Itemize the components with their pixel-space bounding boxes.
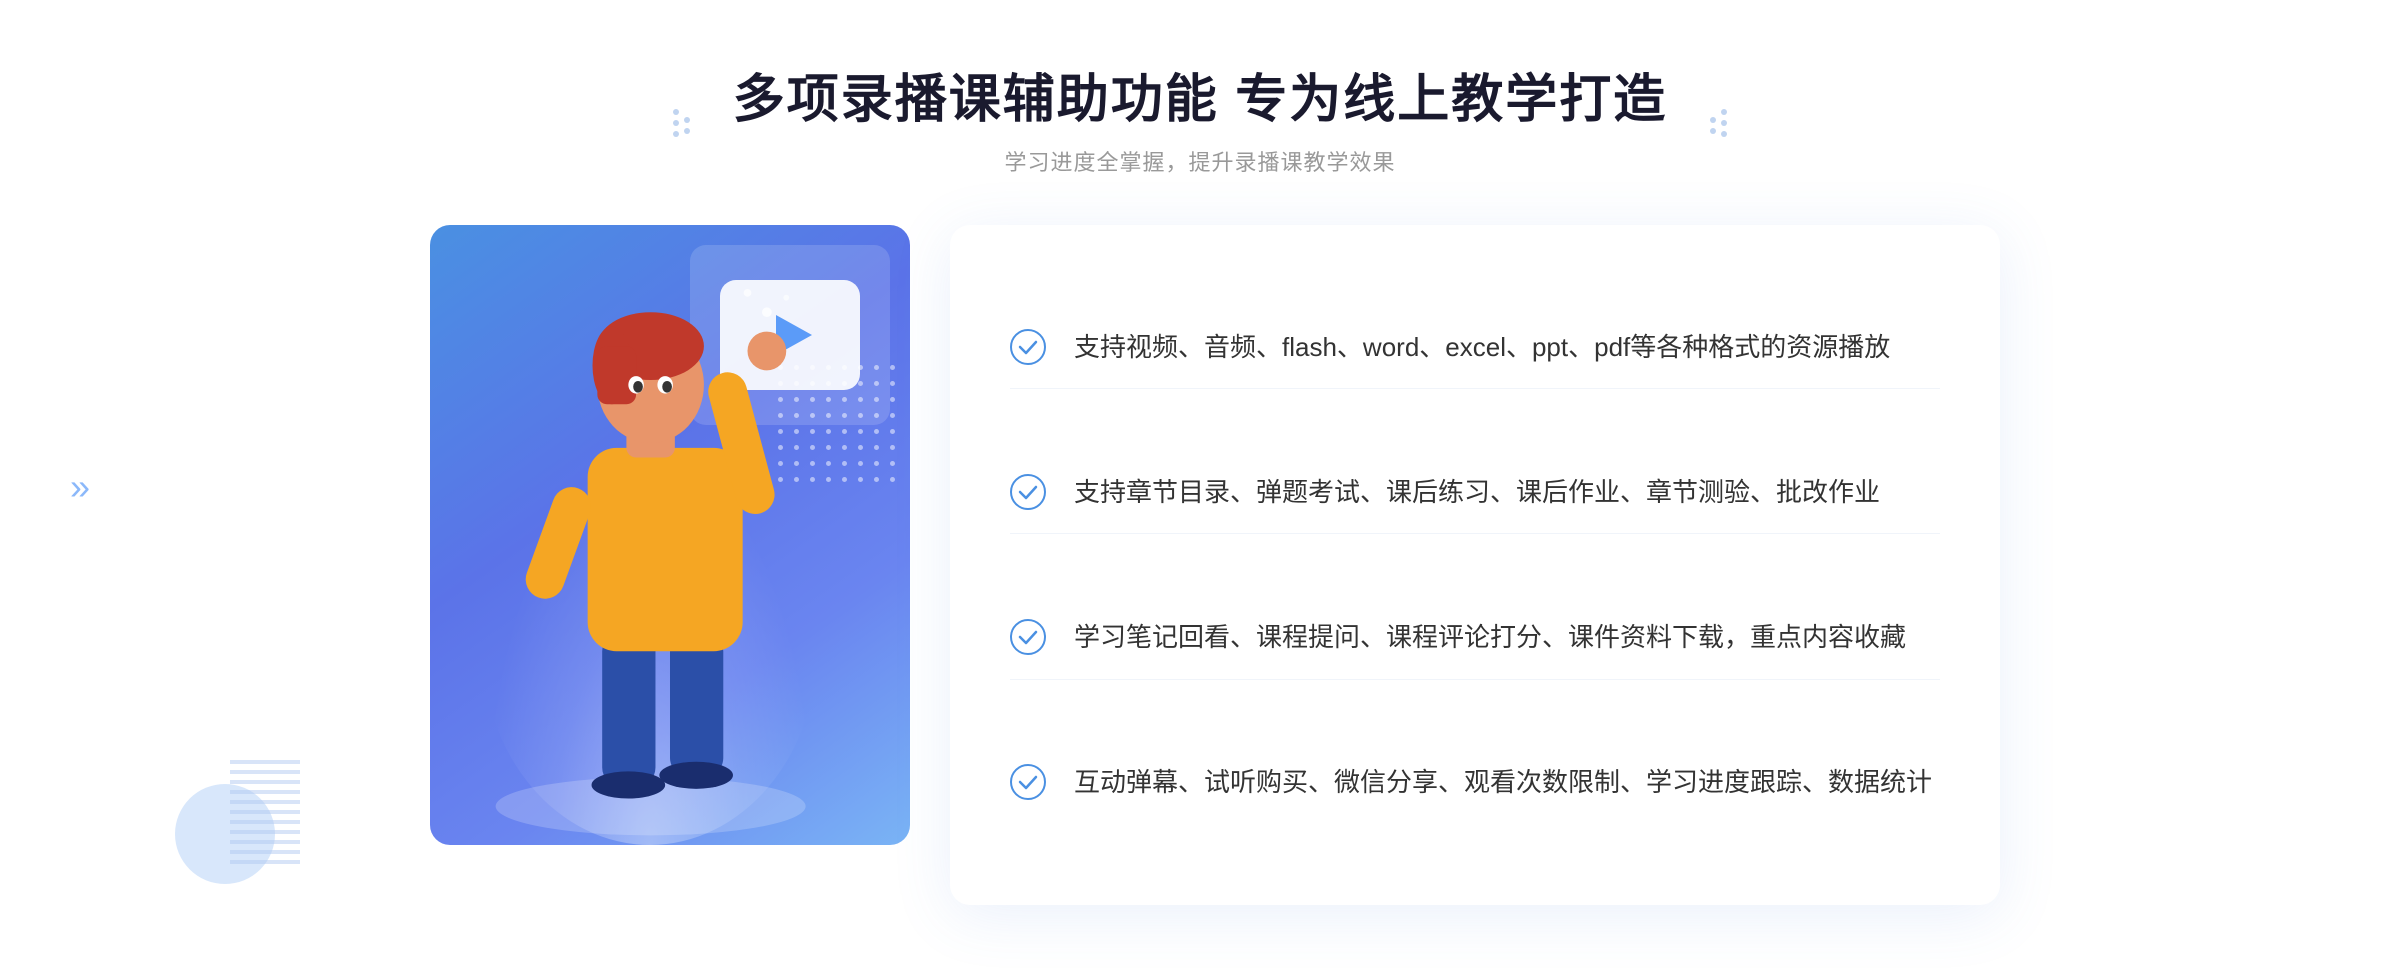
feature-text-2: 支持章节目录、弹题考试、课后练习、课后作业、章节测验、批改作业 <box>1074 472 1880 514</box>
page-title: 多项录播课辅助功能 专为线上教学打造 <box>733 69 1667 131</box>
feature-text-4: 互动弹幕、试听购买、微信分享、观看次数限制、学习进度跟踪、数据统计 <box>1074 762 1932 804</box>
page-subtitle: 学习进度全掌握，提升录播课教学效果 <box>733 145 1667 177</box>
feature-item-1: 支持视频、音频、flash、word、excel、ppt、pdf等各种格式的资源… <box>1010 307 1940 390</box>
chevron-left-decoration: » <box>70 466 82 508</box>
check-icon-4 <box>1010 764 1046 800</box>
person-illustration <box>430 225 910 845</box>
check-icon-1 <box>1010 329 1046 365</box>
hdot <box>1721 120 1727 126</box>
hdot <box>1721 109 1727 115</box>
hdot <box>684 128 690 134</box>
check-icon-3 <box>1010 619 1046 655</box>
hdot <box>1721 131 1727 137</box>
hdot <box>684 117 690 123</box>
content-section: 支持视频、音频、flash、word、excel、ppt、pdf等各种格式的资源… <box>400 225 2000 905</box>
hdot <box>673 120 679 126</box>
hdot <box>1710 117 1716 123</box>
feature-item-4: 互动弹幕、试听购买、微信分享、观看次数限制、学习进度跟踪、数据统计 <box>1010 742 1940 824</box>
hdot <box>1710 128 1716 134</box>
header-dots-left <box>673 109 690 137</box>
feature-item-3: 学习笔记回看、课程提问、课程评论打分、课件资料下载，重点内容收藏 <box>1010 597 1940 680</box>
header-dots-right <box>1710 109 1727 137</box>
feature-text-3: 学习笔记回看、课程提问、课程评论打分、课件资料下载，重点内容收藏 <box>1074 617 1906 659</box>
deco-stripe <box>230 754 300 864</box>
feature-item-2: 支持章节目录、弹题考试、课后练习、课后作业、章节测验、批改作业 <box>1010 452 1940 535</box>
feature-text-1: 支持视频、音频、flash、word、excel、ppt、pdf等各种格式的资源… <box>1074 327 1890 369</box>
hdot <box>673 109 679 115</box>
blue-card <box>430 225 910 845</box>
header-section: 多项录播课辅助功能 专为线上教学打造 学习进度全掌握，提升录播课教学效果 <box>733 69 1667 177</box>
right-panel: 支持视频、音频、flash、word、excel、ppt、pdf等各种格式的资源… <box>950 225 2000 905</box>
main-wrapper: 多项录播课辅助功能 专为线上教学打造 学习进度全掌握，提升录播课教学效果 <box>0 69 2400 905</box>
check-icon-2 <box>1010 474 1046 510</box>
hdot <box>673 131 679 137</box>
illustration-area <box>400 225 980 905</box>
